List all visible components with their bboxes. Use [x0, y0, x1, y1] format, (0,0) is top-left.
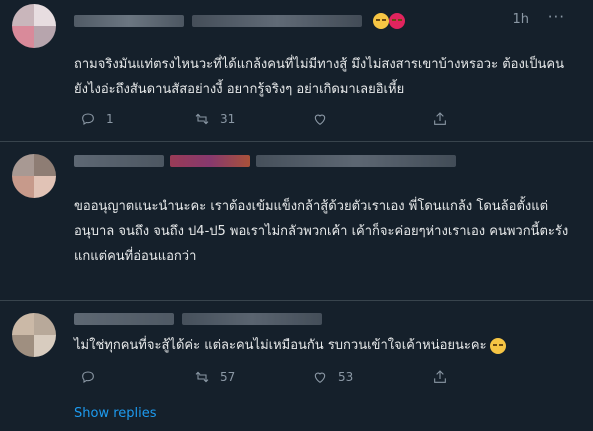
reply-button[interactable] — [80, 369, 106, 385]
tweet-2[interactable]: ขออนุญาตแนะนำนะคะ เราต้องเข้มแข็งกล้าสู้… — [0, 142, 593, 302]
reply-button[interactable]: 1 — [80, 111, 114, 127]
avatar[interactable] — [12, 4, 56, 48]
show-replies-link[interactable]: Show replies — [74, 406, 157, 421]
tweet-actions: 1 31 — [74, 111, 554, 131]
tweet-text-content: ไม่ใช่ทุกคนที่จะสู้ได้ค่ะ แต่ละคนไม่เหมื… — [74, 338, 487, 353]
retweet-count: 57 — [220, 370, 236, 384]
retweet-button[interactable]: 57 — [194, 369, 235, 385]
tweet-text: ไม่ใช่ทุกคนที่จะสู้ได้ค่ะ แต่ละคนไม่เหมื… — [74, 333, 574, 358]
tweet-text: ขออนุญาตแนะนำนะคะ เราต้องเข้มแข็งกล้าสู้… — [74, 199, 569, 264]
share-button[interactable] — [432, 111, 448, 127]
avatar[interactable] — [12, 313, 56, 357]
avatar[interactable] — [12, 154, 56, 198]
like-icon — [314, 372, 326, 383]
retweet-button[interactable]: 31 — [194, 111, 235, 127]
blurred-username[interactable] — [74, 155, 164, 167]
rolling-eyes-emoji-icon — [489, 337, 506, 354]
like-button[interactable]: 53 — [312, 369, 353, 385]
tweet-actions: 57 53 — [74, 369, 554, 389]
timestamp[interactable]: 1h — [512, 12, 529, 27]
tweet-header — [74, 310, 573, 330]
blurred-handle — [182, 313, 322, 325]
blurred-username[interactable] — [74, 15, 184, 27]
reply-icon — [82, 113, 94, 125]
tweet-1[interactable]: 1h ··· ถามจริงมันแท่ตรงไหนวะที่ได้แกล้งค… — [0, 0, 593, 140]
share-icon — [434, 112, 446, 125]
blurred-handle — [192, 15, 362, 27]
reply-count: 1 — [106, 112, 114, 126]
like-count: 53 — [338, 370, 354, 384]
emoji-icon — [389, 13, 405, 29]
emoji-icon — [373, 13, 389, 29]
retweet-icon — [195, 371, 209, 383]
tweet-header: 1h ··· — [74, 8, 573, 32]
more-icon[interactable]: ··· — [548, 8, 565, 26]
blurred-handle — [170, 155, 250, 167]
share-icon — [434, 370, 446, 383]
blurred-username[interactable] — [74, 313, 174, 325]
like-icon — [314, 114, 326, 125]
share-button[interactable] — [432, 369, 448, 385]
reply-icon — [82, 371, 94, 383]
retweet-count: 31 — [220, 112, 236, 126]
tweet-header — [74, 152, 573, 172]
blurred-handle — [256, 155, 456, 167]
tweet-3[interactable]: ไม่ใช่ทุกคนที่จะสู้ได้ค่ะ แต่ละคนไม่เหมื… — [0, 301, 593, 401]
tweet-text: ถามจริงมันแท่ตรงไหนวะที่ได้แกล้งคนที่ไม่… — [74, 57, 564, 97]
retweet-icon — [195, 113, 209, 125]
like-button[interactable] — [312, 111, 338, 127]
